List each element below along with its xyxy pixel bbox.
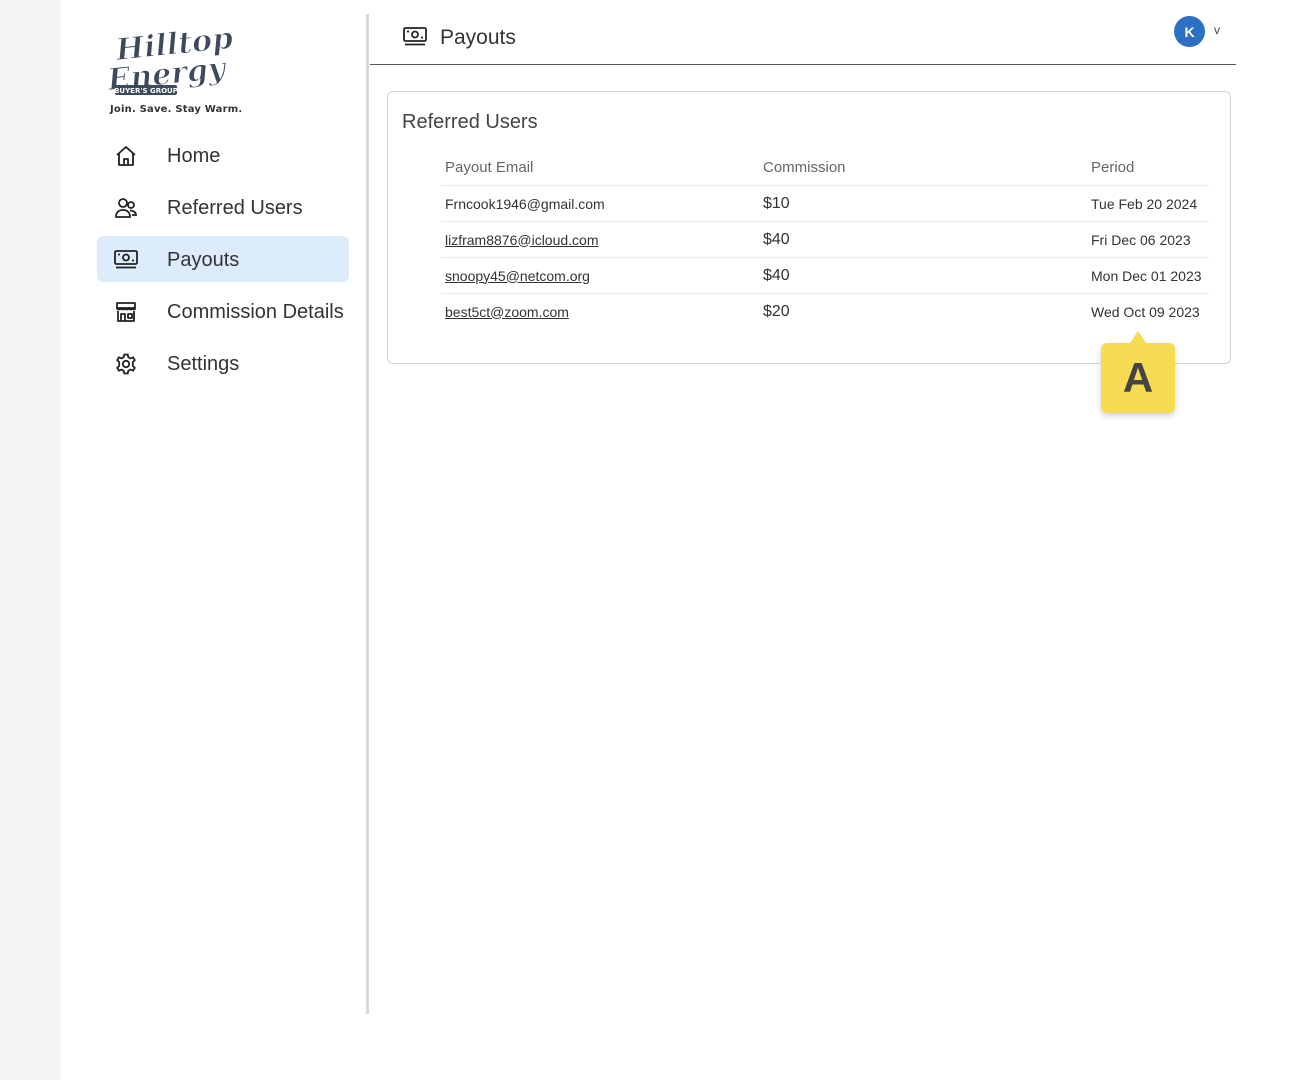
commission-value: $20	[763, 302, 790, 320]
page: Hilltop Energy BUYER'S GROUP Join. Save.…	[61, 0, 1300, 1080]
table-row: lizfram8876@icloud.com $40 Fri Dec 06 20…	[441, 221, 1209, 258]
table-row: Frncook1946@gmail.com $10 Tue Feb 20 202…	[441, 185, 1209, 222]
card-title: Referred Users	[402, 111, 538, 133]
referred-users-card: Referred Users Payout Email Commission P…	[387, 91, 1231, 364]
gear-icon	[113, 351, 139, 377]
table-row: best5ct@zoom.com $20 Wed Oct 09 2023	[441, 294, 1209, 330]
period-value: Mon Dec 01 2023	[1087, 257, 1209, 294]
sidebar-divider	[366, 14, 369, 1014]
sidebar-item-label: Payouts	[167, 249, 240, 271]
column-header-payout-email[interactable]: Payout Email	[441, 150, 759, 186]
annotation-marker-a: A	[1101, 331, 1175, 413]
brand-tagline: Join. Save. Stay Warm.	[110, 104, 243, 115]
user-avatar[interactable]: K	[1174, 16, 1205, 47]
payouts-table: Payout Email Commission Period Frncook19…	[441, 150, 1209, 329]
table-header-row: Payout Email Commission Period	[441, 150, 1209, 186]
sidebar-nav: Home Referred Users Payouts Commission D…	[97, 132, 349, 392]
money-icon	[402, 26, 428, 48]
money-icon	[113, 247, 139, 273]
commission-value: $10	[759, 185, 1087, 222]
svg-text:BUYER'S GROUP: BUYER'S GROUP	[114, 87, 178, 95]
sidebar-item-commission-details[interactable]: Commission Details	[97, 288, 349, 334]
store-icon	[113, 299, 139, 325]
payout-email-link[interactable]: lizfram8876@icloud.com	[445, 232, 599, 248]
payout-email: snoopy45@netcom.org	[441, 257, 759, 294]
payout-email-link[interactable]: best5ct@zoom.com	[445, 304, 569, 320]
commission-value: $40	[759, 257, 1087, 294]
sidebar-item-home[interactable]: Home	[97, 132, 349, 178]
sidebar: Hilltop Energy BUYER'S GROUP Join. Save.…	[61, 0, 367, 1014]
column-header-commission[interactable]: Commission	[759, 150, 1087, 186]
sidebar-item-payouts[interactable]: Payouts	[97, 236, 349, 282]
payout-email: lizfram8876@icloud.com	[441, 221, 759, 258]
table-row: snoopy45@netcom.org $40 Mon Dec 01 2023	[441, 257, 1209, 294]
sidebar-item-referred-users[interactable]: Referred Users	[97, 184, 349, 230]
sidebar-item-label: Referred Users	[167, 197, 303, 219]
column-header-period[interactable]: Period	[1087, 150, 1209, 186]
sidebar-item-label: Settings	[167, 353, 240, 375]
period-value: Tue Feb 20 2024	[1087, 185, 1209, 222]
period-value: Fri Dec 06 2023	[1087, 221, 1209, 258]
period-value: Wed Oct 09 2023	[1091, 303, 1200, 320]
users-icon	[113, 195, 139, 221]
page-title: Payouts	[440, 26, 516, 49]
sidebar-item-label: Home	[167, 145, 221, 167]
payout-email: Frncook1946@gmail.com	[441, 185, 759, 222]
sidebar-item-label: Commission Details	[167, 301, 344, 323]
payout-email: best5ct@zoom.com	[441, 294, 759, 330]
sidebar-item-settings[interactable]: Settings	[97, 340, 349, 386]
payout-email-text: Frncook1946@gmail.com	[445, 195, 605, 212]
commission-value: $40	[759, 221, 1087, 258]
page-header: Payouts K v	[370, 14, 1236, 65]
chevron-down-icon[interactable]: v	[1214, 23, 1220, 37]
payout-email-link[interactable]: snoopy45@netcom.org	[445, 268, 590, 284]
home-icon	[113, 143, 139, 169]
